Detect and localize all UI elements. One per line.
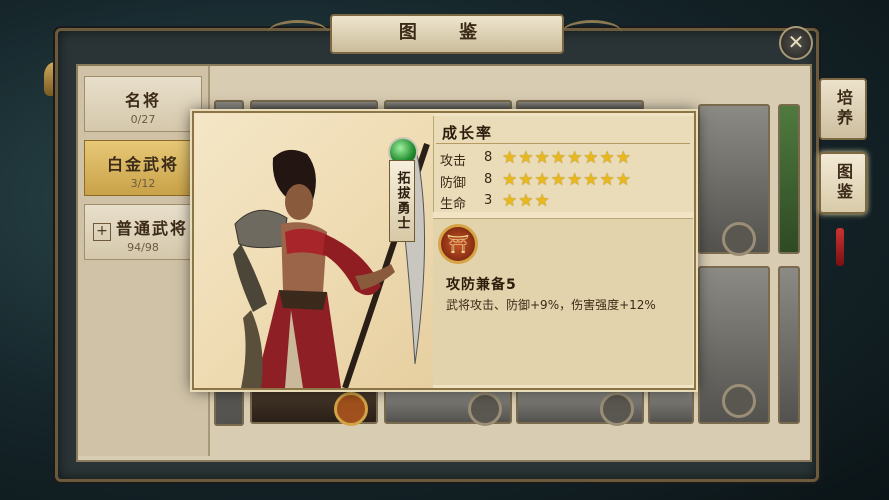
- skill-name: 攻防兼备5: [446, 277, 517, 293]
- divider: [436, 143, 690, 144]
- hero-card[interactable]: [516, 388, 644, 426]
- plus-icon[interactable]: +: [93, 223, 111, 241]
- stat-label: 防御: [440, 176, 467, 191]
- card-badge-icon: [722, 222, 756, 256]
- tab-cultivate[interactable]: 培养: [819, 78, 867, 140]
- sidebar-item-famous-generals[interactable]: 名将 0/27: [84, 76, 202, 132]
- category-sidebar: 名将 0/27 白金武将 3/12 + 普通武将 94/98: [78, 66, 210, 456]
- stat-row-health: 生命 3 ★★★: [440, 191, 690, 212]
- skill-emblem-icon[interactable]: ⛩: [438, 224, 478, 264]
- stat-value: 8: [484, 150, 493, 165]
- stat-value: 3: [484, 193, 493, 208]
- stat-value: 8: [484, 172, 493, 187]
- sidebar-item-normal-generals[interactable]: + 普通武将 94/98: [84, 204, 202, 260]
- sidebar-item-label: 名将: [124, 91, 161, 110]
- tab-codex[interactable]: 图鉴: [819, 152, 867, 214]
- hero-card[interactable]: [250, 388, 378, 426]
- banner-left-ornament: [268, 20, 328, 45]
- star-rating: ★★★★★★★★: [502, 148, 632, 168]
- card-badge-icon: [468, 392, 502, 426]
- right-tassel: [836, 228, 844, 266]
- stat-row-attack: 攻击 8 ★★★★★★★★: [440, 148, 690, 169]
- star-rating: ★★★★★★★★: [502, 170, 632, 190]
- stat-row-defense: 防御 8 ★★★★★★★★: [440, 170, 690, 191]
- skill-description: 武将攻击、防御+9%，伤害强度+12%: [446, 298, 656, 312]
- sidebar-item-label: 白金武将: [106, 155, 179, 174]
- sidebar-item-count: 0/27: [130, 113, 156, 126]
- stats-title: 成长率: [442, 124, 494, 142]
- hero-card[interactable]: [778, 266, 800, 424]
- sidebar-item-platinum-generals[interactable]: 白金武将 3/12: [84, 140, 202, 196]
- close-icon: ✕: [787, 30, 805, 54]
- hero-card[interactable]: [648, 388, 694, 424]
- stat-label: 攻击: [440, 154, 467, 169]
- close-button[interactable]: ✕: [779, 26, 813, 60]
- sidebar-item-count: 3/12: [130, 177, 156, 190]
- hero-card[interactable]: [698, 266, 770, 424]
- stat-label: 生命: [440, 197, 467, 212]
- banner-right-ornament: [562, 20, 622, 45]
- hero-card[interactable]: [384, 388, 512, 426]
- star-rating: ★★★: [502, 191, 551, 211]
- hero-name: 拓拔勇士: [389, 160, 415, 242]
- card-badge-icon: [334, 392, 368, 426]
- card-badge-icon: [722, 384, 756, 418]
- sidebar-item-count: 94/98: [127, 241, 159, 254]
- page-title: 图 鉴: [330, 14, 564, 54]
- hero-card[interactable]: [778, 104, 800, 254]
- hero-card[interactable]: [698, 104, 770, 256]
- card-badge-icon: [600, 392, 634, 426]
